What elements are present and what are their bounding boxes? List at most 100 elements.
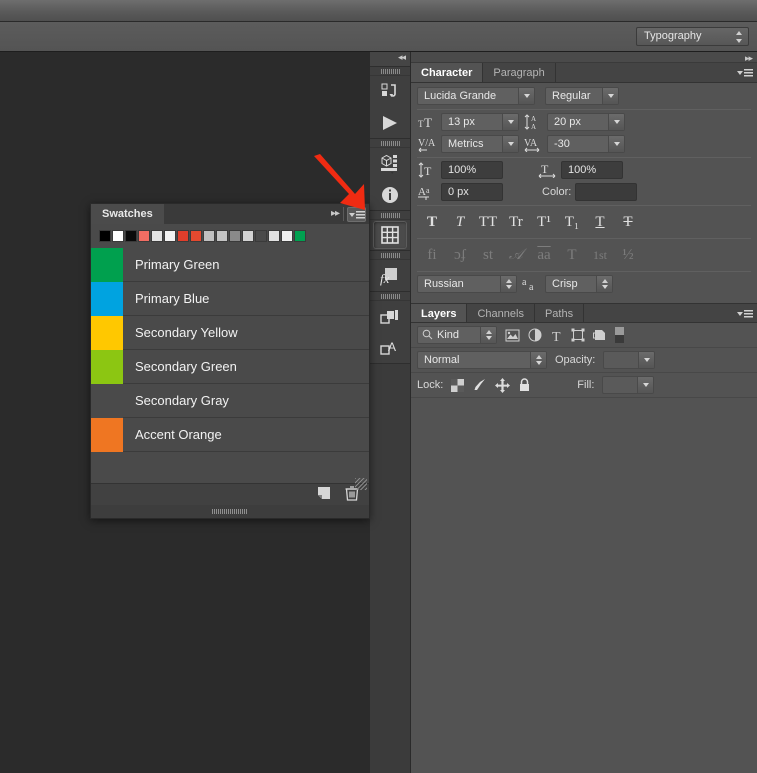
vertical-scale-field[interactable]: 100%: [441, 161, 503, 179]
dock-grip[interactable]: [370, 211, 410, 220]
swash-button[interactable]: 𝒜: [503, 245, 529, 265]
swatch-chip[interactable]: [190, 230, 202, 242]
swatch-chip[interactable]: [268, 230, 280, 242]
smart-object-filter-icon[interactable]: [593, 328, 607, 342]
font-size-combo[interactable]: 13 px: [441, 113, 519, 131]
ordinals-button[interactable]: 1st: [587, 245, 613, 265]
strikethrough-button[interactable]: T: [615, 212, 641, 232]
layer-filter-kind-combo[interactable]: Kind: [417, 326, 497, 344]
horizontal-scale-field[interactable]: 100%: [561, 161, 623, 179]
lock-image-icon[interactable]: [472, 378, 487, 392]
kerning-combo[interactable]: Metrics: [441, 135, 519, 153]
lock-transparency-icon[interactable]: [451, 378, 465, 392]
list-item[interactable]: Primary Blue: [91, 281, 369, 316]
swatches-collapse-icon[interactable]: ▸▸: [331, 208, 340, 219]
swatch-chip[interactable]: [242, 230, 254, 242]
swatch-chip[interactable]: [229, 230, 241, 242]
swatch-chip[interactable]: [164, 230, 176, 242]
swatches-grid-icon[interactable]: [373, 221, 407, 249]
blend-mode-combo[interactable]: Normal: [417, 351, 547, 369]
opacity-combo[interactable]: [603, 351, 656, 369]
swatch-chip[interactable]: [151, 230, 163, 242]
adjustment-layer-filter-icon[interactable]: [528, 328, 542, 342]
filter-toggle-switch[interactable]: [615, 327, 624, 343]
list-item[interactable]: Primary Green: [91, 247, 369, 282]
underline-button[interactable]: T: [587, 212, 613, 232]
panel-column-collapse-button[interactable]: ▸▸: [411, 52, 757, 63]
swatch-color[interactable]: [91, 247, 123, 282]
font-style-combo[interactable]: Regular: [545, 87, 619, 105]
fx-styles-icon[interactable]: fx: [370, 260, 410, 291]
small-caps-button[interactable]: Tr: [503, 212, 529, 232]
fractions-button[interactable]: ½: [615, 245, 641, 265]
glyphs-icon[interactable]: A: [370, 332, 410, 363]
baseline-shift-field[interactable]: 0 px: [441, 183, 503, 201]
swatch-color[interactable]: [91, 281, 123, 316]
antialias-combo[interactable]: Crisp: [545, 275, 613, 293]
swatch-chip[interactable]: [255, 230, 267, 242]
discretionary-ligatures-button[interactable]: st: [475, 245, 501, 265]
list-item[interactable]: Secondary Green: [91, 349, 369, 384]
old-style-button[interactable]: aa: [531, 245, 557, 265]
swatch-chip[interactable]: [125, 230, 137, 242]
swatch-chip[interactable]: [99, 230, 111, 242]
swatch-color[interactable]: [91, 417, 123, 452]
swatches-panel-drag-handle[interactable]: [91, 505, 369, 518]
tab-character[interactable]: Character: [411, 63, 484, 82]
tab-layers[interactable]: Layers: [411, 304, 468, 322]
superscript-button[interactable]: T¹: [531, 212, 557, 232]
pixel-layer-filter-icon[interactable]: [505, 329, 520, 342]
titling-alternates-button[interactable]: T: [559, 245, 585, 265]
leading-combo[interactable]: 20 px: [547, 113, 625, 131]
shape-layer-filter-icon[interactable]: [571, 328, 585, 342]
swatch-color[interactable]: [91, 383, 123, 418]
font-family-combo[interactable]: Lucida Grande: [417, 87, 535, 105]
swatch-chip[interactable]: [294, 230, 306, 242]
fill-combo[interactable]: [602, 376, 655, 394]
play-icon[interactable]: [370, 107, 410, 138]
swatch-chip[interactable]: [112, 230, 124, 242]
swatch-chip[interactable]: [216, 230, 228, 242]
dock-grip[interactable]: [370, 139, 410, 148]
lock-all-icon[interactable]: [518, 378, 531, 392]
list-item[interactable]: Secondary Yellow: [91, 315, 369, 350]
list-item[interactable]: Secondary Gray: [91, 383, 369, 418]
swatch-chip[interactable]: [281, 230, 293, 242]
info-icon[interactable]: [370, 179, 410, 210]
swatch-chip[interactable]: [203, 230, 215, 242]
new-swatch-button[interactable]: [317, 486, 331, 503]
type-layer-filter-icon[interactable]: T: [550, 329, 563, 342]
faux-italic-button[interactable]: T: [447, 212, 473, 232]
dock-grip[interactable]: [370, 292, 410, 301]
actions-icon[interactable]: [370, 76, 410, 107]
subscript-button[interactable]: T₁: [559, 212, 585, 232]
contextual-alternates-button[interactable]: ɔʄ: [447, 245, 473, 265]
faux-bold-button[interactable]: T: [419, 212, 445, 232]
character-panel-menu-icon[interactable]: [737, 67, 753, 79]
tracking-combo[interactable]: -30: [547, 135, 625, 153]
tab-channels[interactable]: Channels: [467, 304, 535, 322]
3d-icon[interactable]: [370, 148, 410, 179]
swatch-color[interactable]: [91, 349, 123, 384]
dock-grip[interactable]: [370, 67, 410, 76]
swatch-chip[interactable]: [177, 230, 189, 242]
layers-list[interactable]: [411, 398, 757, 773]
swatches-panel-menu-button[interactable]: [347, 207, 366, 222]
tab-paths[interactable]: Paths: [534, 304, 585, 322]
swatch-chip[interactable]: [138, 230, 150, 242]
tab-paragraph[interactable]: Paragraph: [483, 63, 556, 82]
dock-grip[interactable]: [370, 251, 410, 260]
dock-collapse-button[interactable]: ◂◂: [370, 52, 410, 67]
swatch-color[interactable]: [91, 315, 123, 350]
standard-ligatures-button[interactable]: fi: [419, 245, 445, 265]
all-caps-button[interactable]: TT: [475, 212, 501, 232]
tab-swatches[interactable]: Swatches: [91, 204, 164, 224]
resize-grip-icon[interactable]: [355, 478, 367, 490]
workspace-switcher[interactable]: Typography: [636, 27, 749, 46]
layer-comps-icon[interactable]: [370, 301, 410, 332]
layers-panel-menu-icon[interactable]: [737, 308, 753, 320]
language-combo[interactable]: Russian: [417, 275, 517, 293]
list-item[interactable]: Accent Orange: [91, 417, 369, 452]
text-color-swatch[interactable]: [575, 183, 638, 201]
lock-position-icon[interactable]: [495, 377, 511, 393]
